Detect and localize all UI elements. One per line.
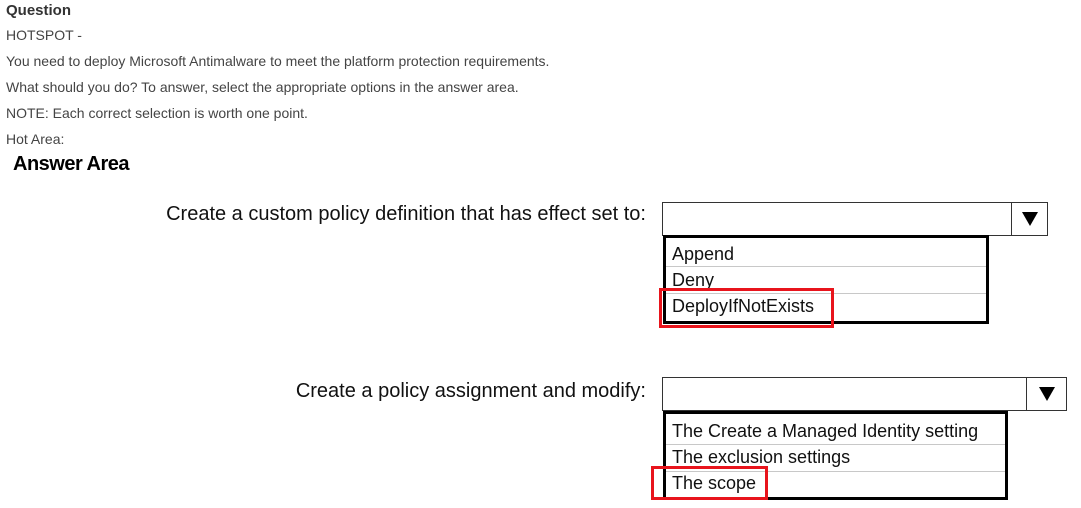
policy-assignment-dropdown[interactable]: [662, 377, 1067, 411]
policy-assignment-options-list: The Create a Managed Identity setting Th…: [663, 411, 1008, 500]
dropdown-toggle[interactable]: [1011, 203, 1047, 235]
policy-effect-dropdown[interactable]: [662, 202, 1048, 236]
policy-assignment-prompt: Create a policy assignment and modify:: [295, 380, 646, 402]
triangle-down-icon: [1021, 212, 1038, 226]
question-instruction-line: What should you do? To answer, select th…: [6, 79, 519, 95]
question-heading: Question: [6, 2, 72, 19]
question-note-line: NOTE: Each correct selection is worth on…: [6, 105, 308, 121]
option-scope[interactable]: The scope: [666, 471, 1005, 495]
option-managed-identity-setting[interactable]: The Create a Managed Identity setting: [666, 419, 1005, 443]
triangle-down-icon: [1038, 387, 1055, 401]
option-deny[interactable]: Deny: [666, 268, 986, 292]
option-exclusion-settings[interactable]: The exclusion settings: [666, 445, 1005, 469]
policy-effect-options-list: Append Deny DeployIfNotExists: [663, 235, 989, 324]
dropdown-toggle[interactable]: [1026, 378, 1066, 410]
policy-effect-prompt: Create a custom policy definition that h…: [166, 203, 646, 225]
answer-area-title: Answer Area: [13, 153, 130, 175]
question-text-line: You need to deploy Microsoft Antimalware…: [6, 53, 550, 69]
option-append[interactable]: Append: [666, 242, 986, 266]
option-deployifnotexists[interactable]: DeployIfNotExists: [666, 294, 986, 318]
hot-area-label: Hot Area:: [6, 131, 65, 147]
option-divider: [666, 266, 986, 267]
question-type-line: HOTSPOT -: [6, 27, 82, 43]
